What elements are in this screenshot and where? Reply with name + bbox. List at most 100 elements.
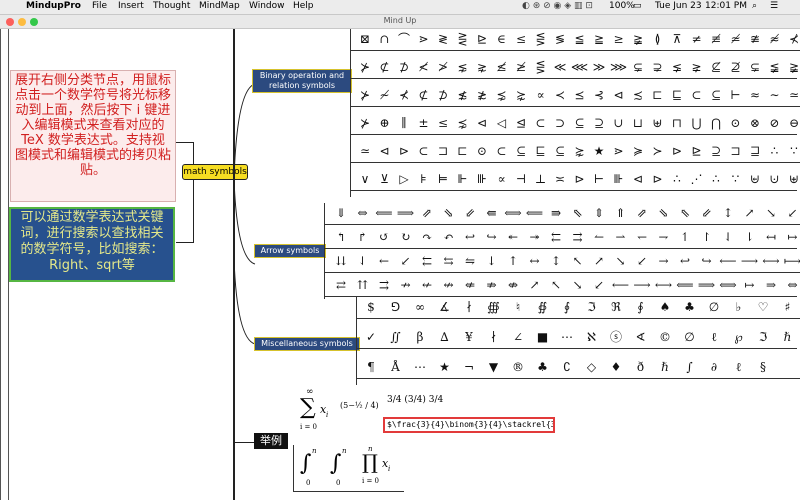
math-symbol-item[interactable]: ® (508, 358, 528, 376)
math-symbol-item[interactable]: ♮ (508, 298, 528, 316)
math-symbol-item[interactable]: ⊒ (745, 142, 765, 160)
math-symbol-item[interactable]: ⋰ (687, 170, 707, 188)
math-symbol-item[interactable]: ⊆ (706, 86, 726, 104)
math-symbol-item[interactable]: ℓ (729, 358, 749, 376)
math-symbol-item[interactable]: ⊊ (628, 58, 648, 76)
math-symbol-item[interactable]: ↽ (632, 228, 652, 246)
math-symbol-item[interactable]: ≻ (648, 142, 668, 160)
math-symbol-item[interactable]: ← (374, 252, 394, 270)
math-symbol-item[interactable]: ★ (435, 358, 455, 376)
math-symbol-item[interactable]: ≶ (550, 30, 570, 48)
math-symbol-item[interactable]: ℓ (704, 328, 724, 346)
math-symbol-item[interactable]: ⪯ (570, 86, 590, 104)
math-symbol-item[interactable]: ⋙ (609, 58, 629, 76)
math-symbol-item[interactable]: ⊗ (745, 114, 765, 132)
math-symbol-item[interactable]: ⊄ (414, 86, 434, 104)
math-symbol-item[interactable]: ⊳ (648, 170, 668, 188)
math-symbol-item[interactable]: ⊏ (453, 142, 473, 160)
math-symbol-item[interactable]: ⇕ (589, 204, 609, 222)
menu-list-icon[interactable]: ☰ (770, 1, 778, 11)
math-symbol-item[interactable]: ♭ (729, 298, 749, 316)
math-symbol-item[interactable]: ∝ (531, 86, 551, 104)
math-symbol-item[interactable]: ∴ (667, 170, 687, 188)
math-symbol-item[interactable]: ■ (533, 328, 553, 346)
math-symbol-item[interactable]: ⋚ (531, 30, 551, 48)
formula-paren-fraction[interactable]: (5−½ / 4) (340, 401, 379, 411)
math-symbol-item[interactable]: ∢ (631, 328, 651, 346)
math-symbol-item[interactable]: ⊢ (589, 170, 609, 188)
math-symbol-item[interactable]: ↼ (589, 228, 609, 246)
math-symbol-item[interactable]: ≢ (706, 30, 726, 48)
status-app-icons[interactable]: ◐ ⊛ ⊘ ◉ ◈ ▥ ⊡ (522, 1, 593, 11)
math-symbol-item[interactable]: ⇒ (761, 276, 781, 294)
math-symbol-item[interactable]: ⇘ (439, 204, 459, 222)
math-symbol-item[interactable]: ↑ (503, 252, 523, 270)
math-symbol-item[interactable]: ⇚ (482, 204, 502, 222)
math-symbol-item[interactable]: ↤ (761, 228, 781, 246)
menu-help[interactable]: Help (293, 1, 314, 11)
formula-frac-binom[interactable]: 3/4 (3/4) 3/4 (387, 395, 443, 405)
math-symbol-item[interactable]: ⋗ (609, 142, 629, 160)
math-symbol-item[interactable]: ∮ (557, 298, 577, 316)
math-symbol-item[interactable]: ∡ (435, 298, 455, 316)
math-symbol-item[interactable]: ↗ (589, 252, 609, 270)
math-symbol-item[interactable]: ⇙ (697, 204, 717, 222)
math-symbol-item[interactable]: ¬ (459, 358, 479, 376)
math-symbol-item[interactable]: ⊌ (745, 170, 765, 188)
math-symbol-item[interactable]: ⊋ (648, 58, 668, 76)
math-symbol-item[interactable]: ∠ (508, 328, 528, 346)
math-symbol-item[interactable]: ⊉ (726, 58, 746, 76)
math-symbol-item[interactable]: ≧ (589, 30, 609, 48)
math-symbol-item[interactable]: ▼ (484, 358, 504, 376)
math-symbol-item[interactable]: ↾ (697, 228, 717, 246)
math-symbol-item[interactable]: ∨ (355, 170, 375, 188)
math-symbol-item[interactable]: ⊥ (531, 170, 551, 188)
math-symbol-item[interactable]: ≠ (687, 30, 707, 48)
math-symbol-item[interactable]: ≃ (784, 86, 800, 104)
math-symbol-item[interactable]: ∤ (484, 328, 504, 346)
math-symbol-item[interactable]: ≬ (648, 30, 668, 48)
math-symbol-item[interactable]: ⟷ (761, 252, 781, 270)
math-symbol-item[interactable]: ⊣ (511, 170, 531, 188)
math-symbol-item[interactable]: ⊩ (453, 170, 473, 188)
math-symbol-item[interactable]: ⋯ (410, 358, 430, 376)
math-symbol-item[interactable]: ∝ (492, 170, 512, 188)
math-symbol-item[interactable]: ⊑ (531, 142, 551, 160)
math-symbol-item[interactable]: ↚ (417, 276, 437, 294)
math-symbol-item[interactable]: ↙ (783, 204, 800, 222)
math-symbol-item[interactable]: ⊳ (570, 170, 590, 188)
math-symbol-item[interactable]: ⇄ (331, 276, 351, 294)
math-symbol-item[interactable]: ≤ (511, 30, 531, 48)
menu-thought[interactable]: Thought (153, 1, 190, 11)
math-symbol-item[interactable]: ⪇ (667, 58, 687, 76)
math-symbol-item[interactable]: ⟶ (740, 252, 760, 270)
math-symbol-item[interactable]: ⊀ (394, 86, 414, 104)
math-symbol-item[interactable]: ✓ (361, 328, 381, 346)
math-symbol-item[interactable]: ℵ (582, 328, 602, 346)
math-symbol-item[interactable]: ↩ (460, 228, 480, 246)
math-symbol-item[interactable]: ⊲ (628, 170, 648, 188)
math-symbol-item[interactable]: ⟸ (675, 276, 695, 294)
math-symbol-item[interactable]: ⋨ (453, 114, 473, 132)
math-symbol-item[interactable]: ≺ (550, 86, 570, 104)
math-symbol-item[interactable]: ∩ (375, 30, 395, 48)
math-symbol-item[interactable]: ℏ (655, 358, 675, 376)
math-symbol-item[interactable]: ♡ (753, 298, 773, 316)
search-icon[interactable]: ⌕ (752, 1, 757, 11)
math-symbol-item[interactable]: ↿ (675, 228, 695, 246)
math-symbol-item[interactable]: ⇑ (611, 204, 631, 222)
math-symbol-item[interactable]: ⊍ (765, 170, 785, 188)
math-symbol-item[interactable]: ⊊ (745, 58, 765, 76)
math-symbol-item[interactable]: ⇀ (611, 228, 631, 246)
math-symbol-item[interactable]: ⊵ (687, 142, 707, 160)
math-symbol-item[interactable]: ℑ (582, 298, 602, 316)
math-symbol-item[interactable]: ⋦ (453, 58, 473, 76)
example-node[interactable]: 举例 (254, 433, 288, 449)
math-symbol-item[interactable]: ⟺ (718, 276, 738, 294)
math-symbol-item[interactable]: ↠ (525, 228, 545, 246)
math-symbol-item[interactable]: ⊪ (609, 170, 629, 188)
math-symbol-item[interactable]: ℏ (778, 328, 798, 346)
math-symbol-item[interactable]: ⟼ (783, 252, 800, 270)
math-symbol-item[interactable]: ≍ (550, 170, 570, 188)
math-symbol-item[interactable]: ⊙ (726, 114, 746, 132)
